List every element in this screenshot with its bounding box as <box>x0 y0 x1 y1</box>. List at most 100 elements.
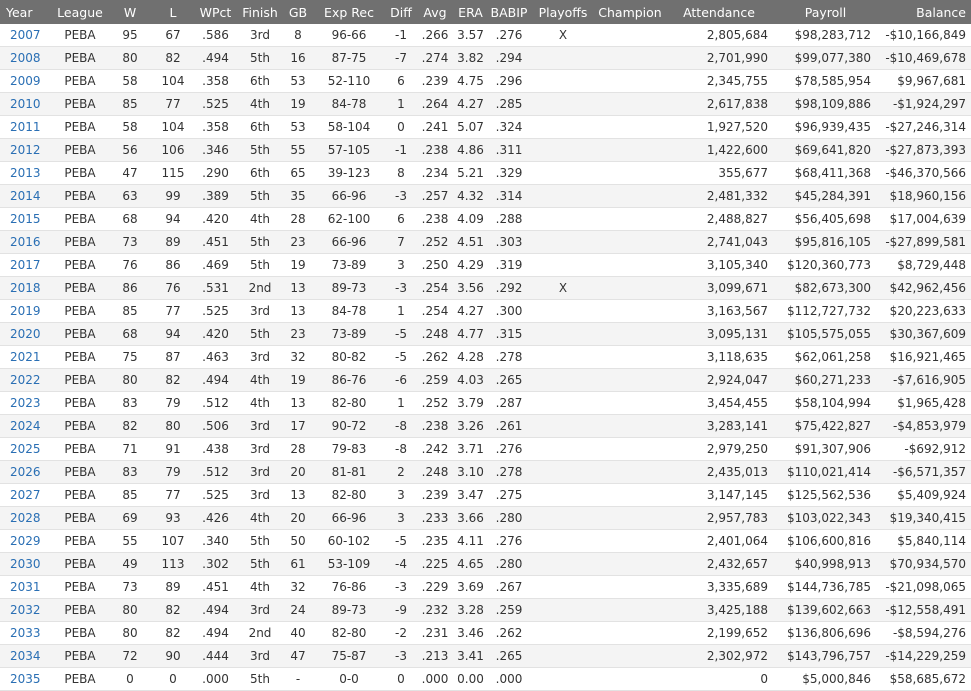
cell-champion <box>596 185 664 208</box>
year-link[interactable]: 2035 <box>10 672 41 686</box>
cell-year: 2034 <box>0 645 52 668</box>
col-header-diff[interactable]: Diff <box>385 0 417 24</box>
cell-finish: 5th <box>250 143 270 157</box>
cell-payroll: $95,816,105 <box>794 235 871 249</box>
cell-gb: 20 <box>290 465 306 479</box>
cell-payroll: $99,077,380 <box>794 51 871 65</box>
year-link[interactable]: 2013 <box>10 166 41 180</box>
cell-exp-rec: 39-123 <box>327 166 371 180</box>
cell-attendance: 1,422,600 <box>706 143 768 157</box>
cell-champion <box>596 484 664 507</box>
cell-gb: 32 <box>290 350 306 364</box>
year-link[interactable]: 2024 <box>10 419 41 433</box>
col-header-year[interactable]: Year <box>0 0 52 24</box>
col-header-balance[interactable]: Balance <box>877 0 971 24</box>
cell-year: 2035 <box>0 668 52 691</box>
year-link[interactable]: 2014 <box>10 189 41 203</box>
year-link[interactable]: 2031 <box>10 580 41 594</box>
cell-wins: 76 <box>122 258 138 272</box>
cell-exp-rec: 84-78 <box>331 304 367 318</box>
cell-gb: 50 <box>290 534 306 548</box>
cell-wpct: .494 <box>202 51 229 65</box>
year-link[interactable]: 2008 <box>10 51 41 65</box>
year-link[interactable]: 2030 <box>10 557 41 571</box>
cell-finish: 2nd <box>248 281 272 295</box>
col-header-l[interactable]: L <box>152 0 194 24</box>
year-link[interactable]: 2026 <box>10 465 41 479</box>
col-header-finish[interactable]: Finish <box>237 0 283 24</box>
cell-league: PEBA <box>64 488 96 502</box>
year-link[interactable]: 2010 <box>10 97 41 111</box>
cell-avg: .250 <box>421 258 449 272</box>
year-link[interactable]: 2012 <box>10 143 41 157</box>
cell-year: 2032 <box>0 599 52 622</box>
table-row: 2031 PEBA 73 89 .451 4th 32 76-86 -3 .229 3.69 .267… <box>0 576 971 599</box>
year-link[interactable]: 2034 <box>10 649 41 663</box>
cell-balance: -$7,616,905 <box>892 373 966 387</box>
col-header-attendance[interactable]: Attendance <box>664 0 774 24</box>
cell-avg: .248 <box>421 327 449 341</box>
col-header-playoffs[interactable]: Playoffs <box>530 0 596 24</box>
year-link[interactable]: 2007 <box>10 28 41 42</box>
cell-year: 2020 <box>0 323 52 346</box>
col-header-wpct[interactable]: WPct <box>194 0 237 24</box>
cell-champion <box>596 116 664 139</box>
cell-league: PEBA <box>64 672 96 686</box>
year-link[interactable]: 2022 <box>10 373 41 387</box>
cell-babip: .000 <box>495 672 523 686</box>
table-row: 2021 PEBA 75 87 .463 3rd 32 80-82 -5 .262 4.28 .278… <box>0 346 971 369</box>
year-link[interactable]: 2021 <box>10 350 41 364</box>
year-link[interactable]: 2009 <box>10 74 41 88</box>
cell-wpct: .426 <box>202 511 229 525</box>
cell-balance: $70,934,570 <box>889 557 966 571</box>
cell-playoffs <box>530 254 596 277</box>
col-header-exp-rec[interactable]: Exp Rec <box>313 0 385 24</box>
cell-exp-rec: 80-82 <box>331 350 367 364</box>
col-header-avg[interactable]: Avg <box>417 0 453 24</box>
year-link[interactable]: 2027 <box>10 488 41 502</box>
year-link[interactable]: 2032 <box>10 603 41 617</box>
cell-playoffs <box>530 162 596 185</box>
year-link[interactable]: 2018 <box>10 281 41 295</box>
year-link[interactable]: 2025 <box>10 442 41 456</box>
col-header-era[interactable]: ERA <box>453 0 488 24</box>
cell-playoffs <box>530 208 596 231</box>
cell-wins: 83 <box>122 465 138 479</box>
cell-playoffs <box>530 461 596 484</box>
cell-payroll: $40,998,913 <box>794 557 871 571</box>
year-link[interactable]: 2017 <box>10 258 41 272</box>
cell-payroll: $125,562,536 <box>787 488 871 502</box>
cell-babip: .311 <box>495 143 523 157</box>
cell-exp-rec: 89-73 <box>331 281 367 295</box>
col-header-payroll[interactable]: Payroll <box>774 0 877 24</box>
table-row: 2018 PEBA 86 76 .531 2nd 13 89-73 -3 .254 3.56 .292… <box>0 276 971 300</box>
cell-finish: 3rd <box>250 649 270 663</box>
col-header-league[interactable]: League <box>52 0 108 24</box>
cell-champion <box>596 668 664 691</box>
col-header-gb[interactable]: GB <box>283 0 313 24</box>
cell-era: 5.21 <box>457 166 484 180</box>
col-header-babip[interactable]: BABIP <box>488 0 530 24</box>
year-link[interactable]: 2033 <box>10 626 41 640</box>
year-link[interactable]: 2023 <box>10 396 41 410</box>
col-header-champion[interactable]: Champion <box>596 0 664 24</box>
year-link[interactable]: 2029 <box>10 534 41 548</box>
cell-era: 4.65 <box>457 557 484 571</box>
year-link[interactable]: 2015 <box>10 212 41 226</box>
year-link[interactable]: 2020 <box>10 327 41 341</box>
year-link[interactable]: 2019 <box>10 304 41 318</box>
cell-diff: 1 <box>397 304 405 318</box>
col-header-w[interactable]: W <box>108 0 152 24</box>
cell-gb: 19 <box>290 97 306 111</box>
cell-payroll: $106,600,816 <box>787 534 871 548</box>
year-link[interactable]: 2016 <box>10 235 41 249</box>
cell-champion <box>596 300 664 323</box>
year-link[interactable]: 2011 <box>10 120 41 134</box>
cell-wins: 85 <box>122 97 138 111</box>
cell-babip: .265 <box>495 373 523 387</box>
table-row: 2013 PEBA 47 115 .290 6th 65 39-123 8 .234 5.21 .32… <box>0 162 971 185</box>
year-link[interactable]: 2028 <box>10 511 41 525</box>
cell-babip: .278 <box>495 350 523 364</box>
cell-balance: -$14,229,259 <box>885 649 966 663</box>
cell-avg: .254 <box>421 281 449 295</box>
